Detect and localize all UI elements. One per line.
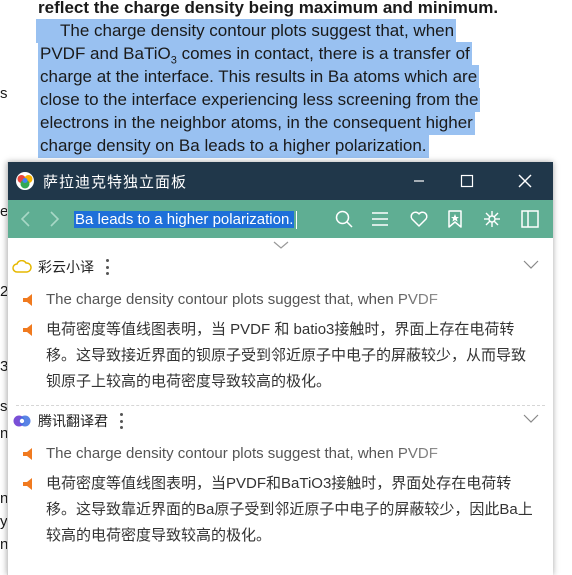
saladict-logo-icon xyxy=(16,172,34,190)
chevron-down-icon xyxy=(273,241,288,249)
menu-icon xyxy=(372,212,388,226)
speaker-icon[interactable] xyxy=(22,293,36,307)
favorite-button[interactable] xyxy=(408,208,430,230)
menu-button[interactable] xyxy=(369,208,391,230)
maximize-button[interactable] xyxy=(448,162,486,200)
speaker-icon[interactable] xyxy=(22,477,36,491)
dict-header[interactable]: 彩云小译 xyxy=(8,252,553,282)
source-text: The charge density contour plots suggest… xyxy=(46,445,438,462)
close-button[interactable] xyxy=(506,162,544,200)
search-icon xyxy=(335,210,353,228)
dict-menu-icon[interactable] xyxy=(116,413,126,429)
close-icon xyxy=(518,174,532,188)
doc-line-2: The charge density contour plots suggest… xyxy=(36,19,457,43)
sidebar-icon xyxy=(521,210,539,228)
sidebar-toggle-button[interactable] xyxy=(519,208,541,230)
minimize-button[interactable] xyxy=(400,162,438,200)
panel-title: 萨拉迪克特独立面板 xyxy=(43,173,188,191)
heart-icon xyxy=(410,211,428,227)
doc-line-7: charge density on Ba leads to a higher p… xyxy=(38,134,429,158)
word-history-button[interactable] xyxy=(444,208,466,230)
cloud-icon xyxy=(12,260,32,273)
forward-arrow-icon[interactable] xyxy=(44,209,64,229)
speaker-icon[interactable] xyxy=(22,447,36,461)
doc-line-1: reflect the charge density being maximum… xyxy=(38,0,499,17)
focus-button[interactable] xyxy=(481,208,503,230)
translation-text: 电荷密度等值线图表明，当 PVDF 和 batio3接触时，界面上存在电荷转移。… xyxy=(46,321,527,390)
source-text: The charge density contour plots suggest… xyxy=(46,291,438,308)
saladict-panel: 萨拉迪克特独立面板 Ba leads to a higher polarizat… xyxy=(7,162,553,575)
dict-tencent: 腾讯翻译君 The charge density contour plots s… xyxy=(8,406,553,549)
back-arrow-icon[interactable] xyxy=(16,209,36,229)
dict-name: 腾讯翻译君 xyxy=(38,413,108,429)
chevron-down-icon[interactable] xyxy=(523,260,539,270)
dict-caiyun: 彩云小译 The charge density contour plots su… xyxy=(8,252,553,395)
expand-toggle[interactable] xyxy=(8,238,553,252)
doc-line-5: close to the interface experiencing less… xyxy=(38,88,481,112)
margin-fragment: s xyxy=(0,85,8,102)
tencent-icon xyxy=(13,415,31,427)
doc-line-4: charge at the interface. This results in… xyxy=(38,65,480,89)
dict-menu-icon[interactable] xyxy=(102,259,112,275)
search-input[interactable]: Ba leads to a higher polarization. xyxy=(74,209,319,231)
speaker-icon[interactable] xyxy=(22,323,36,337)
chevron-down-icon[interactable] xyxy=(523,414,539,424)
source-entry: The charge density contour plots suggest… xyxy=(8,288,553,312)
search-button[interactable] xyxy=(333,208,355,230)
translation-entry: 电荷密度等值线图表明，当PVDF和BaTiO3接触时，界面处存在电荷转移。这导致… xyxy=(8,471,553,549)
maximize-icon xyxy=(460,174,474,188)
translation-text: 电荷密度等值线图表明，当PVDF和BaTiO3接触时，界面处存在电荷转移。这导致… xyxy=(46,475,533,544)
search-query: Ba leads to a higher polarization. xyxy=(74,211,295,228)
dict-header[interactable]: 腾讯翻译君 xyxy=(8,406,553,436)
sparkle-icon xyxy=(484,211,500,227)
bookmark-icon xyxy=(448,210,462,228)
panel-titlebar[interactable]: 萨拉迪克特独立面板 xyxy=(8,162,553,200)
doc-line-3-b: comes in contact, there is a transfer of xyxy=(181,44,470,63)
source-entry: The charge density contour plots suggest… xyxy=(8,442,553,466)
panel-toolbar: Ba leads to a higher polarization. xyxy=(8,200,553,238)
translation-entry: 电荷密度等值线图表明，当 PVDF 和 batio3接触时，界面上存在电荷转移。… xyxy=(8,317,553,395)
doc-line-6: electrons in the neighbor atoms, in the … xyxy=(38,111,475,135)
minimize-icon xyxy=(414,180,424,182)
dict-name: 彩云小译 xyxy=(38,259,94,275)
doc-line-3-a: PVDF and BaTiO xyxy=(40,44,171,63)
